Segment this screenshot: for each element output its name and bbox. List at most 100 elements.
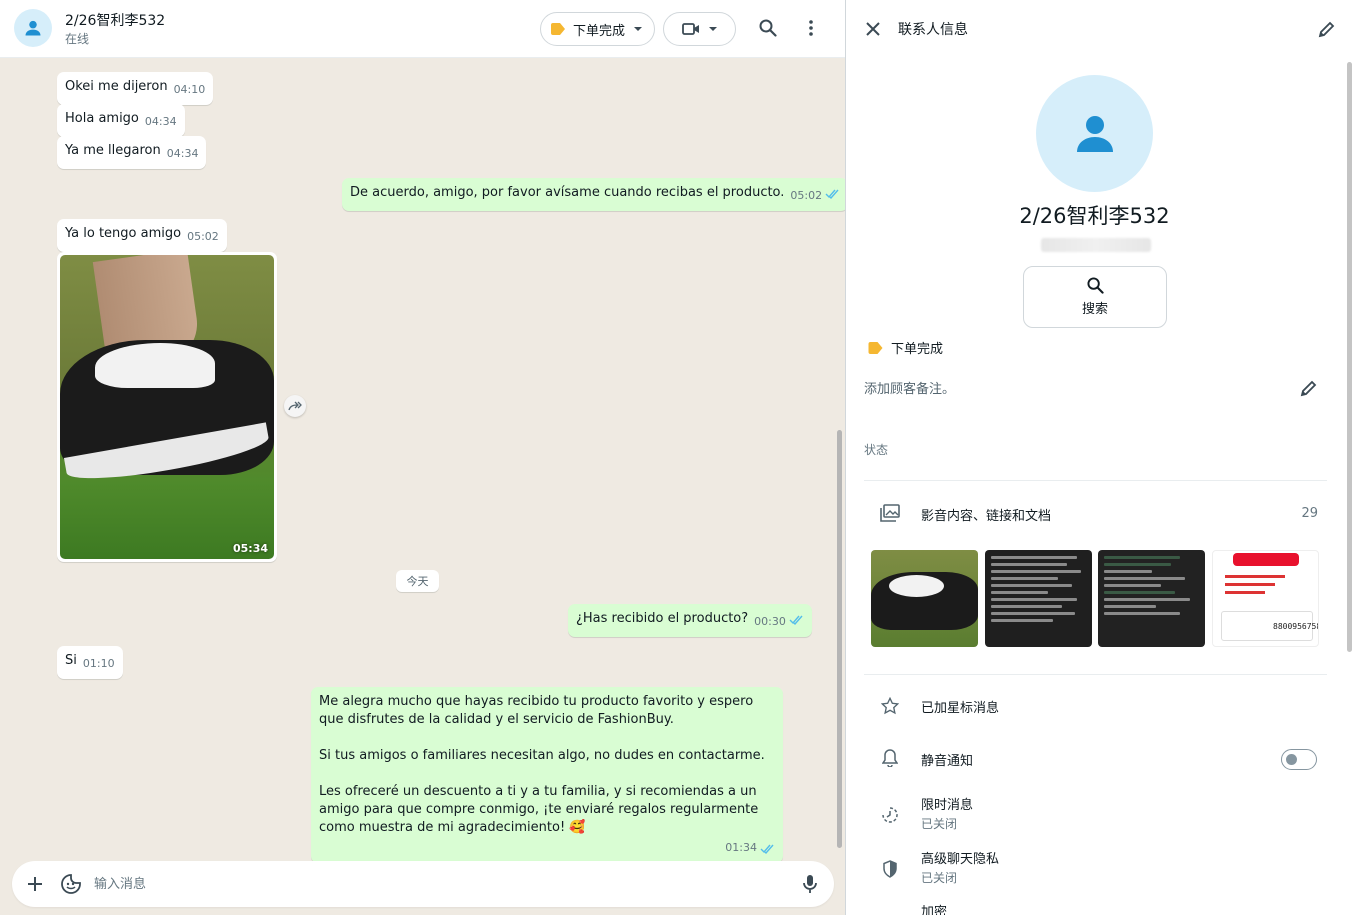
info-header: 联系人信息	[847, 0, 1354, 58]
message-paragraph: Les ofreceré un descuento a ti y a tu fa…	[319, 784, 759, 835]
chat-contact-name[interactable]: 2/26智利李532	[65, 10, 165, 30]
contact-avatar[interactable]	[14, 9, 52, 47]
pencil-icon	[1300, 380, 1316, 396]
double-check-icon	[789, 615, 803, 625]
message-incoming[interactable]: Ya me llegaron 04:34	[57, 136, 207, 169]
message-incoming[interactable]: Okei me dijeron 04:10	[57, 72, 214, 105]
media-gallery-icon	[879, 502, 901, 524]
message-outgoing[interactable]: De acuerdo, amigo, por favor avísame cua…	[342, 178, 845, 211]
message-incoming[interactable]: Si 01:10	[57, 646, 123, 679]
disappearing-messages-state: 已关闭	[921, 817, 958, 831]
chat-scrollbar[interactable]	[837, 430, 842, 848]
more-vertical-icon	[809, 20, 813, 36]
status-label: 状态	[864, 443, 889, 457]
pencil-icon	[1318, 21, 1334, 37]
disappearing-messages-row[interactable]: 限时消息 已关闭	[864, 794, 1327, 834]
mute-toggle[interactable]	[1281, 749, 1317, 770]
redacted-phone	[1041, 238, 1151, 252]
media-label: 影音内容、链接和文档	[921, 509, 1052, 524]
message-input[interactable]	[94, 861, 784, 907]
message-time: 05:34	[232, 542, 268, 555]
edit-note-button[interactable]	[1297, 377, 1319, 399]
sticker-button[interactable]	[60, 873, 82, 895]
edit-contact-button[interactable]	[1315, 18, 1337, 40]
media-links-docs-row[interactable]: 影音内容、链接和文档 29	[864, 497, 1327, 529]
message-time: 01:10	[82, 657, 115, 670]
sticker-icon	[61, 874, 81, 894]
thumbnail-number: 8800956758	[1273, 622, 1319, 631]
message-text: Ya me llegaron	[65, 143, 161, 158]
mute-notifications-row: 静音通知	[864, 747, 1327, 773]
person-icon	[25, 20, 41, 36]
double-check-icon	[760, 844, 774, 854]
label-dropdown-button[interactable]: 下单完成	[540, 12, 655, 46]
forward-icon	[288, 401, 302, 411]
divider	[864, 480, 1327, 481]
star-icon	[879, 695, 901, 717]
attach-button[interactable]	[24, 873, 46, 895]
message-incoming[interactable]: Ya lo tengo amigo 05:02	[57, 219, 227, 252]
search-icon	[759, 19, 777, 37]
close-icon	[866, 22, 880, 36]
message-outgoing[interactable]: Me alegra mucho que hayas recibido tu pr…	[311, 687, 783, 863]
message-time: 01:34	[725, 841, 757, 854]
label-tag-icon	[551, 23, 565, 35]
mute-notifications-label: 静音通知	[921, 754, 974, 769]
message-time: 04:34	[166, 147, 199, 160]
mic-icon	[803, 875, 817, 893]
label-tag-icon	[868, 341, 883, 354]
media-thumbnail[interactable]	[871, 550, 978, 647]
info-title: 联系人信息	[898, 22, 968, 38]
menu-button[interactable]	[800, 17, 822, 39]
message-incoming[interactable]: Hola amigo 04:34	[57, 104, 185, 137]
message-time: 05:02	[187, 230, 219, 243]
message-text: ¿Has recibido el producto?	[576, 611, 749, 626]
contact-info-pane: 联系人信息 2/26智利李532 搜索 下单完成 添加顾客备注。 状态 影音内容…	[847, 0, 1354, 915]
search-button[interactable]	[757, 17, 779, 39]
starred-messages-row[interactable]: 已加星标消息	[864, 695, 1327, 719]
message-text: Si	[65, 653, 77, 668]
video-camera-icon	[681, 23, 699, 35]
contact-avatar-large[interactable]	[1036, 75, 1153, 192]
info-scrollbar[interactable]	[1347, 62, 1352, 652]
search-card-label: 搜索	[1081, 302, 1108, 317]
contact-tag[interactable]: 下单完成	[868, 338, 943, 357]
close-button[interactable]	[862, 18, 884, 40]
double-check-icon	[825, 189, 839, 199]
encryption-label: 加密	[921, 905, 948, 915]
shield-icon	[879, 858, 901, 880]
forward-button[interactable]	[284, 395, 306, 417]
timer-icon	[879, 804, 901, 826]
starred-messages-label: 已加星标消息	[921, 701, 1000, 716]
voice-message-button[interactable]	[799, 873, 821, 895]
shoe-photo[interactable]: 05:34	[60, 255, 274, 559]
customer-note-placeholder[interactable]: 添加顾客备注。	[864, 378, 955, 397]
advanced-privacy-row[interactable]: 高级聊天隐私 已关闭	[864, 848, 1327, 888]
media-thumbnail[interactable]	[985, 550, 1092, 647]
plus-icon	[28, 877, 42, 891]
contact-tag-label: 下单完成	[891, 342, 944, 357]
video-call-dropdown-button[interactable]	[663, 12, 736, 46]
disappearing-messages-label: 限时消息	[921, 798, 974, 813]
encryption-row[interactable]: 加密	[864, 900, 1327, 915]
caret-down-icon	[708, 27, 717, 31]
search-in-chat-button[interactable]: 搜索	[1023, 266, 1167, 328]
media-thumbnail[interactable]: 8800956758	[1212, 550, 1319, 647]
message-time: 04:10	[173, 83, 206, 96]
message-time: 00:30	[754, 615, 786, 628]
media-count: 29	[1301, 506, 1318, 521]
advanced-privacy-state: 已关闭	[921, 871, 958, 885]
message-text: Ya lo tengo amigo	[65, 226, 182, 241]
message-time: 05:02	[790, 189, 823, 202]
message-text: Hola amigo	[65, 111, 139, 126]
message-time: 04:34	[144, 115, 177, 128]
advanced-privacy-label: 高级聊天隐私	[921, 852, 1000, 867]
caret-down-icon	[634, 27, 643, 31]
message-outgoing[interactable]: ¿Has recibido el producto? 00:30	[568, 604, 812, 637]
contact-name-large: 2/26智利李532	[1019, 204, 1170, 228]
media-thumbnail[interactable]	[1098, 550, 1205, 647]
image-message[interactable]: 05:34	[57, 252, 277, 562]
chat-contact-status: 在线	[65, 32, 90, 46]
date-divider: 今天	[396, 570, 439, 592]
label-dropdown-text: 下单完成	[573, 23, 626, 39]
